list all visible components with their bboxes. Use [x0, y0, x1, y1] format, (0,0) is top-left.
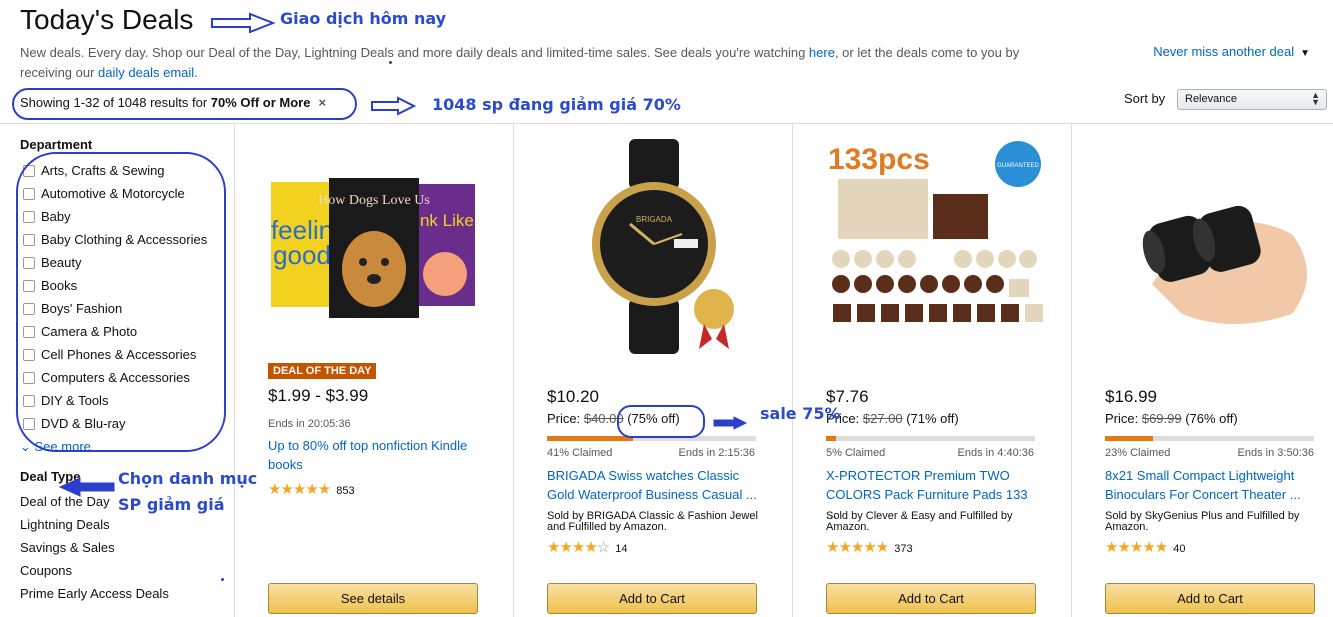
empty-star-icon: ☆	[596, 539, 610, 556]
annotation-sale-note: sale 75%	[760, 404, 841, 423]
sort-selected-value: Relevance	[1185, 93, 1237, 105]
never-miss-deal-dropdown[interactable]: Never miss another deal ▼	[1153, 44, 1310, 59]
claimed-text: 23% Claimed	[1105, 447, 1171, 459]
select-arrows-icon: ▲ ▼	[1311, 90, 1320, 107]
books-image: feelin good ink Like How Dogs Love Us	[271, 178, 475, 318]
svg-text:good: good	[273, 240, 331, 270]
add-to-cart-button[interactable]: Add to Cart	[1105, 583, 1315, 614]
discount: (76% off)	[1181, 411, 1238, 426]
discount-highlight-oval	[617, 405, 705, 438]
star-rating[interactable]: ★★★★★ 40	[1105, 538, 1186, 556]
annotation-dot	[221, 578, 224, 581]
deal-timer: Ends in 20:05:36	[268, 418, 351, 430]
deal-timer: Ends in 2:15:36	[678, 447, 755, 459]
stars-icon: ★★★★★	[268, 481, 331, 498]
results-highlight-oval	[12, 88, 357, 120]
deal-timer: Ends in 3:50:36	[1237, 447, 1314, 459]
annotation-dot	[389, 61, 392, 64]
caret-down-icon: ▼	[1300, 48, 1310, 59]
review-count: 373	[894, 543, 913, 555]
claimed-progress-fill	[826, 436, 837, 441]
price-label: Price:	[547, 411, 584, 426]
daily-deals-email-link[interactable]: daily deals email	[98, 65, 194, 80]
annotation-category-note-1: Chọn danh mục	[118, 469, 258, 488]
stars-icon: ★★★★★	[826, 539, 889, 556]
claimed-text: 41% Claimed	[547, 447, 613, 459]
stars-icon: ★★★★	[547, 539, 598, 556]
deal-of-the-day-badge: DEAL OF THE DAY	[268, 363, 377, 379]
sold-by-text: Sold by BRIGADA Classic & Fashion Jewel …	[547, 510, 758, 533]
product-image[interactable]: 133pcs GUARANTEED	[813, 134, 1053, 364]
page-title: Today's Deals	[20, 4, 194, 35]
discount: (71% off)	[902, 411, 959, 426]
subtitle-text: New deals. Every day. Shop our Deal of t…	[20, 45, 809, 60]
arrow-right-icon	[371, 96, 416, 116]
claimed-progress-bar	[1105, 436, 1314, 441]
old-price: $69.99	[1141, 411, 1182, 426]
product-image[interactable]	[1092, 134, 1332, 364]
claimed-progress-fill	[1105, 436, 1154, 441]
add-to-cart-button[interactable]: Add to Cart	[826, 583, 1036, 614]
department-heading: Department	[20, 137, 93, 152]
star-rating[interactable]: ★★★★★ 373	[826, 538, 913, 556]
never-miss-label: Never miss another deal	[1153, 44, 1295, 59]
claimed-text: 5% Claimed	[826, 447, 886, 459]
deal-card: BRIGADA $10.20 Price: $40.00 (75% off) 4…	[514, 124, 793, 617]
sort-select[interactable]: Relevance ▲ ▼	[1177, 89, 1327, 110]
product-title-link[interactable]: Up to 80% off top nonfiction Kindle book…	[268, 436, 483, 474]
deal-timer: Ends in 4:40:36	[957, 447, 1034, 459]
watch-image: BRIGADA	[592, 139, 734, 354]
price: $16.99	[1105, 387, 1157, 406]
arrow-right-icon	[713, 416, 748, 430]
claimed-progress-fill	[547, 436, 633, 441]
deal-type-item[interactable]: Savings & Sales	[20, 538, 169, 561]
price-details: Price: $69.99 (76% off)	[1105, 411, 1238, 426]
sort-label: Sort by	[1124, 91, 1166, 106]
sold-by-text: Sold by SkyGenius Plus and Fulfilled by …	[1105, 510, 1300, 533]
add-to-cart-button[interactable]: Add to Cart	[547, 583, 757, 614]
stars-icon: ★★★★★	[1105, 539, 1168, 556]
product-title-link[interactable]: 8x21 Small Compact Lightweight Binocular…	[1105, 466, 1317, 504]
annotation-title-note: Giao dịch hôm nay	[280, 9, 447, 28]
annotation-results-note: 1048 sp đang giảm giá 70%	[432, 95, 681, 114]
see-details-button[interactable]: See details	[268, 583, 478, 614]
page-subtitle: New deals. Every day. Shop our Deal of t…	[20, 43, 1060, 83]
price: $10.20	[547, 387, 599, 406]
claimed-progress-bar	[826, 436, 1035, 441]
deal-type-item[interactable]: Prime Early Access Deals	[20, 584, 169, 607]
deal-card: $16.99 Price: $69.99 (76% off) 23% Claim…	[1072, 124, 1333, 617]
old-price: $27.00	[862, 411, 903, 426]
svg-text:BRIGADA: BRIGADA	[636, 215, 673, 224]
arrow-left-icon	[58, 477, 115, 497]
product-image[interactable]: feelin good ink Like How Dogs Love Us	[255, 134, 495, 364]
price-label: Price:	[1105, 411, 1142, 426]
annotation-category-note-2: SP giảm giá	[118, 495, 225, 514]
review-count: 14	[615, 543, 628, 555]
star-rating[interactable]: ★★★★☆ 14	[547, 538, 628, 556]
svg-text:How Dogs Love Us: How Dogs Love Us	[318, 193, 430, 208]
sold-by-text: Sold by Clever & Easy and Fulfilled by A…	[826, 510, 1013, 533]
deal-type-item[interactable]: Lightning Deals	[20, 515, 169, 538]
department-highlight-oval	[16, 152, 226, 452]
star-rating[interactable]: ★★★★★ 853	[268, 480, 355, 498]
arrow-right-icon	[211, 12, 276, 34]
watching-link[interactable]: here	[809, 45, 835, 60]
binoculars-image	[1142, 205, 1307, 324]
deal-card: feelin good ink Like How Dogs Love Us DE…	[235, 124, 514, 617]
price-details: Price: $27.00 (71% off)	[826, 411, 959, 426]
price: $1.99 - $3.99	[268, 386, 369, 405]
subtitle-text-3: .	[194, 65, 198, 80]
svg-text:133pcs: 133pcs	[828, 143, 930, 176]
product-image[interactable]: BRIGADA	[534, 134, 774, 364]
svg-text:ink Like: ink Like	[416, 211, 474, 230]
svg-text:GUARANTEED: GUARANTEED	[997, 163, 1039, 169]
review-count: 40	[1173, 543, 1186, 555]
review-count: 853	[336, 485, 355, 497]
product-title-link[interactable]: BRIGADA Swiss watches Classic Gold Water…	[547, 466, 759, 504]
deal-type-item[interactable]: Coupons	[20, 561, 169, 584]
deal-card: 133pcs GUARANTEED $7.76 Price: $27.00 (7…	[793, 124, 1072, 617]
furniture-pads-image: 133pcs GUARANTEED	[828, 141, 1043, 322]
